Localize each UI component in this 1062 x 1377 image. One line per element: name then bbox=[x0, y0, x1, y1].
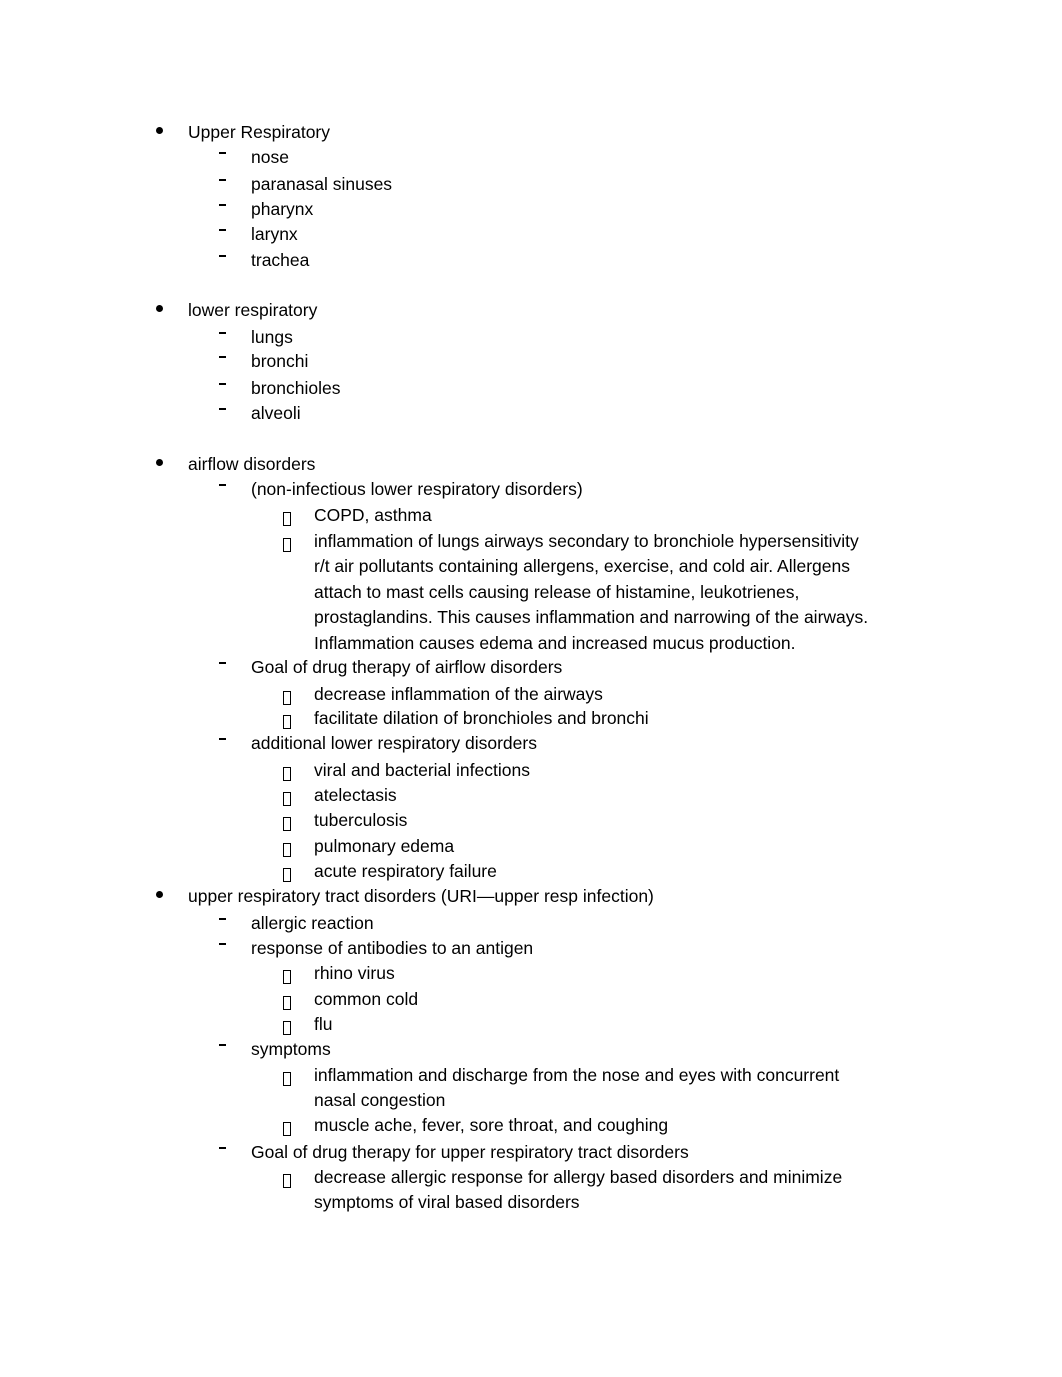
dash-icon bbox=[219, 738, 226, 740]
section-heading: Upper Respiratory bbox=[188, 122, 330, 142]
list-item-text: trachea bbox=[251, 250, 310, 270]
dash-icon bbox=[219, 484, 226, 486]
box-icon bbox=[283, 843, 291, 857]
dash-icon bbox=[219, 152, 226, 154]
dash-icon bbox=[219, 1044, 226, 1046]
list-item-text: lungs bbox=[251, 327, 293, 347]
list-item-text: inflammation of lungs airways secondary … bbox=[314, 531, 859, 551]
box-icon bbox=[283, 691, 291, 705]
dash-icon bbox=[219, 204, 226, 206]
dash-icon bbox=[219, 918, 226, 920]
dash-icon bbox=[219, 662, 226, 664]
list-item-text: Goal of drug therapy for upper respirato… bbox=[251, 1142, 689, 1162]
list-item-text: prostaglandins. This causes inflammation… bbox=[314, 607, 869, 628]
list-item-text: attach to mast cells causing release of … bbox=[314, 581, 800, 602]
box-icon bbox=[283, 767, 291, 781]
bullet-icon bbox=[156, 127, 163, 134]
list-item-text: Inflammation causes edema and increased … bbox=[314, 632, 796, 653]
dash-icon bbox=[219, 943, 226, 945]
box-icon bbox=[283, 512, 291, 526]
list-item-text: nasal congestion bbox=[314, 1090, 446, 1111]
list-item-text: acute respiratory failure bbox=[314, 861, 497, 881]
box-icon bbox=[283, 868, 291, 882]
dash-icon bbox=[219, 1147, 226, 1149]
list-item-text: viral and bacterial infections bbox=[314, 760, 530, 780]
dash-icon bbox=[219, 255, 226, 257]
box-icon bbox=[283, 817, 291, 831]
list-item-text: (non-infectious lower respiratory disord… bbox=[251, 479, 583, 499]
dash-icon bbox=[219, 179, 226, 181]
list-item-text: paranasal sinuses bbox=[251, 174, 393, 194]
dash-icon bbox=[219, 332, 226, 334]
bullet-icon bbox=[156, 891, 163, 898]
box-icon bbox=[283, 1174, 291, 1188]
bullet-icon bbox=[156, 459, 163, 466]
list-item-text: facilitate dilation of bronchioles and b… bbox=[314, 708, 649, 728]
box-icon bbox=[283, 970, 291, 984]
list-item-text: larynx bbox=[251, 224, 298, 244]
list-item-text: decrease inflammation of the airways bbox=[314, 684, 603, 704]
list-item-text: allergic reaction bbox=[251, 913, 374, 933]
list-item-text: atelectasis bbox=[314, 785, 397, 805]
list-item-text: decrease allergic response for allergy b… bbox=[314, 1167, 843, 1187]
box-icon bbox=[283, 792, 291, 806]
list-item-text: pharynx bbox=[251, 199, 314, 219]
box-icon bbox=[283, 538, 291, 552]
list-item-text: common cold bbox=[314, 989, 419, 1009]
dash-icon bbox=[219, 229, 226, 231]
list-item-text: response of antibodies to an antigen bbox=[251, 938, 534, 958]
dash-icon bbox=[219, 383, 226, 385]
list-item-text: symptoms of viral based disorders bbox=[314, 1192, 580, 1213]
list-item-text: muscle ache, fever, sore throat, and cou… bbox=[314, 1115, 669, 1135]
box-icon bbox=[283, 1021, 291, 1035]
section-heading: upper respiratory tract disorders (URI—u… bbox=[188, 886, 654, 906]
section-heading: airflow disorders bbox=[188, 454, 316, 474]
list-item-text: pulmonary edema bbox=[314, 836, 455, 856]
bullet-icon bbox=[156, 305, 163, 312]
list-item-text: alveoli bbox=[251, 403, 301, 423]
box-icon bbox=[283, 996, 291, 1010]
dash-icon bbox=[219, 356, 226, 358]
list-item-text: bronchioles bbox=[251, 378, 341, 398]
list-item-text: COPD, asthma bbox=[314, 505, 432, 525]
list-item-text: nose bbox=[251, 147, 289, 167]
dash-icon bbox=[219, 408, 226, 410]
box-icon bbox=[283, 715, 291, 729]
list-item-text: symptoms bbox=[251, 1039, 331, 1059]
list-item-text: tuberculosis bbox=[314, 810, 408, 830]
box-icon bbox=[283, 1072, 291, 1086]
list-item-text: r/t air pollutants containing allergens,… bbox=[314, 556, 850, 577]
box-icon bbox=[283, 1122, 291, 1136]
list-item-text: flu bbox=[314, 1014, 333, 1034]
list-item-text: inflammation and discharge from the nose… bbox=[314, 1065, 840, 1085]
section-heading: lower respiratory bbox=[188, 300, 318, 320]
list-item-text: Goal of drug therapy of airflow disorder… bbox=[251, 657, 563, 677]
list-item-text: additional lower respiratory disorders bbox=[251, 733, 537, 753]
list-item-text: bronchi bbox=[251, 351, 309, 371]
list-item-text: rhino virus bbox=[314, 963, 395, 983]
